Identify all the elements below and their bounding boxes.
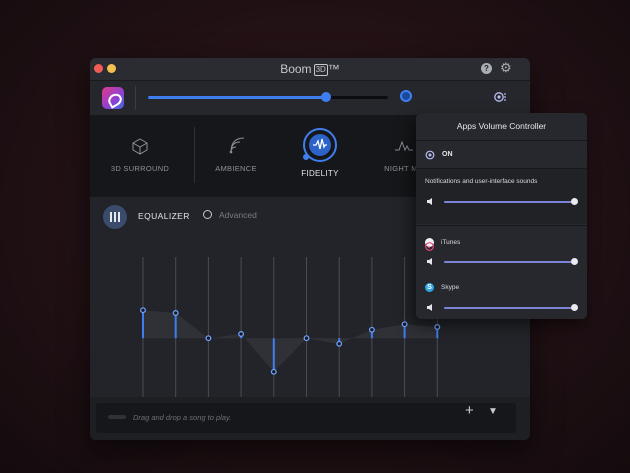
eq-band-knob[interactable] [238, 331, 245, 337]
system-sounds-slider[interactable] [444, 198, 578, 205]
master-volume-fill [148, 96, 326, 99]
help-icon[interactable]: ? [481, 63, 492, 74]
skype-volume-fill [444, 307, 574, 309]
apps-volume-controller-popup: Apps Volume Controller ON Notifications … [416, 113, 587, 319]
equalizer-sliders-icon[interactable] [103, 205, 127, 229]
ambience-waves-icon [229, 137, 245, 154]
eq-band-knob[interactable] [270, 368, 277, 375]
player-menu-button[interactable]: ▼ [488, 406, 498, 417]
speaker-icon [427, 198, 432, 205]
fidelity-waveform-icon [309, 134, 331, 156]
title-badge: 3D [313, 64, 328, 76]
fidelity-intensity-knob[interactable] [303, 154, 309, 160]
drop-hint: Drag and drop a song to play. [133, 413, 232, 422]
itunes-volume-slider[interactable] [444, 258, 578, 265]
master-volume-slider[interactable] [148, 92, 388, 102]
master-volume-knob[interactable] [320, 92, 331, 102]
eq-band-knob[interactable] [140, 307, 146, 314]
skype-volume-knob[interactable] [571, 304, 578, 311]
window-title: Boom 3D ™ [90, 62, 530, 76]
boom-logo-icon[interactable] [102, 87, 124, 109]
app-title-text: Boom [280, 62, 312, 76]
speaker-icon [427, 304, 432, 311]
eq-band-knob[interactable] [336, 340, 343, 347]
system-sounds-fill [444, 201, 574, 203]
add-song-button[interactable]: + [465, 402, 474, 419]
volume-boost-indicator[interactable] [400, 90, 412, 102]
itunes-icon [425, 238, 434, 251]
eq-band-knob[interactable] [205, 335, 212, 342]
system-sounds-knob[interactable] [571, 198, 578, 205]
song-drop-zone[interactable]: Drag and drop a song to play. [96, 403, 516, 433]
night-mode-wave-icon [395, 140, 413, 152]
eq-band-knob[interactable] [303, 335, 310, 342]
eq-band-knob[interactable] [434, 324, 441, 330]
drop-progress-bar [108, 415, 126, 419]
itunes-volume-fill [444, 261, 574, 263]
apps-volume-toggle-icon[interactable] [494, 91, 506, 103]
gear-icon[interactable]: ⚙ [500, 61, 512, 74]
title-trademark: ™ [327, 62, 340, 76]
advanced-radio[interactable] [203, 210, 212, 219]
eq-band-knob[interactable] [401, 321, 408, 328]
volume-toolbar [90, 81, 530, 115]
popup-divider [416, 140, 587, 141]
equalizer-label: EQUALIZER [138, 211, 190, 221]
cube-icon [132, 138, 148, 155]
eq-curve-area [143, 310, 438, 372]
advanced-label: Advanced [219, 210, 257, 220]
speaker-icon [427, 258, 432, 265]
system-sounds-label: Notifications and user-interface sounds [425, 178, 538, 185]
eq-band-knob[interactable] [368, 326, 375, 333]
skype-volume-slider[interactable] [444, 304, 578, 311]
effect-3d-surround[interactable]: 3D SURROUND [90, 115, 190, 197]
fidelity-active-ring [303, 128, 337, 162]
popup-title: Apps Volume Controller [456, 121, 547, 131]
player-footer: Drag and drop a song to play. + ▼ [90, 397, 530, 440]
eq-band-knob[interactable] [172, 310, 179, 316]
app-name: iTunes [441, 239, 461, 246]
toolbar-divider [135, 86, 136, 110]
app-name: Skype [441, 284, 460, 291]
popup-divider [416, 225, 587, 226]
itunes-volume-knob[interactable] [571, 258, 578, 265]
effect-label: 3D SURROUND [110, 164, 170, 173]
on-status-label: ON [442, 151, 453, 158]
title-bar: Boom 3D ™ ? ⚙ [90, 58, 530, 81]
skype-icon: S [425, 283, 434, 292]
power-toggle-icon[interactable] [425, 150, 435, 160]
